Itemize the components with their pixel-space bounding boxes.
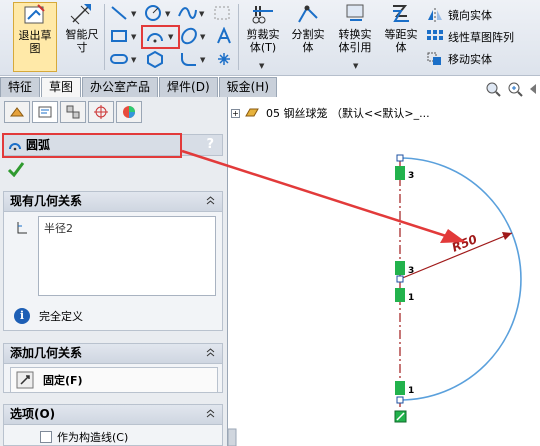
point-icon[interactable] (214, 50, 234, 68)
add-relations-title: 添加几何关系 (10, 346, 83, 360)
command-tabs: 特征 草图 办公室产品 焊件(D) 钣金(H) (0, 77, 310, 97)
definition-status: i 完全定义 (14, 308, 83, 324)
tab-features[interactable]: 特征 (0, 77, 41, 97)
part-icon (245, 108, 259, 117)
add-relations-header[interactable]: 添加几何关系 (4, 344, 222, 364)
dimxpert-tab[interactable] (88, 101, 114, 123)
exit-sketch-label: 退出草图 (18, 29, 52, 55)
help-icon[interactable]: ? (206, 135, 214, 155)
move-entities-button[interactable]: 移动实体 (426, 50, 492, 68)
sketch-grid-icon[interactable] (212, 4, 232, 22)
property-icon (38, 106, 52, 118)
fix-relation-button[interactable]: 固定(F) (10, 367, 218, 393)
circle-icon[interactable] (143, 4, 163, 22)
fillet-icon[interactable] (179, 50, 199, 68)
ellipse-icon[interactable] (179, 27, 199, 45)
property-manager-title: 圆弧 ? (3, 134, 223, 156)
construction-checkbox[interactable] (40, 431, 52, 443)
offset-label: 等距实体 (384, 28, 418, 54)
property-manager-panel: 圆弧 ? 现有几何关系 半径2 i 完全定义 添加几何关系 固定(F) 选项(O… (0, 97, 228, 446)
tab-weldments[interactable]: 焊件(D) (159, 77, 218, 97)
add-relations-group: 添加几何关系 固定(F) (3, 343, 223, 393)
crosshair-icon (94, 105, 108, 119)
move-label: 移动实体 (448, 53, 492, 66)
command-manager-toolbar: 退出草图 智能尺寸 ▼ ▼ ▼ ▼ ▼ ▼ ▼ ▼ 剪裁实体(T) ▼ 分割实体… (0, 0, 540, 76)
convert-entities-button[interactable]: 转换实体引用 (333, 2, 377, 54)
collapse-icon[interactable] (205, 347, 216, 358)
split-entities-button[interactable]: 分割实体 (288, 2, 328, 54)
manager-tabs (4, 101, 144, 123)
mirror-entities-button[interactable]: 镜向实体 (426, 6, 492, 24)
construction-label: 作为构造线(C) (57, 431, 129, 444)
zoom-area-icon[interactable] (507, 81, 523, 97)
smart-dimension-label: 智能尺寸 (65, 28, 99, 54)
relations-list[interactable]: 半径2 (38, 216, 216, 296)
tab-office-products[interactable]: 办公室产品 (82, 77, 159, 97)
linear-pattern-label: 线性草图阵列 (448, 31, 514, 44)
rectangle-icon[interactable] (109, 27, 129, 45)
mirror-label: 镜向实体 (448, 9, 492, 22)
collapse-icon[interactable] (205, 195, 216, 206)
collapse-icon[interactable] (205, 408, 216, 419)
configuration-icon (66, 105, 80, 119)
relation-item-radius[interactable]: 半径2 (44, 220, 73, 236)
display-manager-tab[interactable] (116, 101, 142, 123)
options-header[interactable]: 选项(O) (4, 405, 222, 425)
slot-icon[interactable] (109, 50, 129, 68)
part-name: 05 钢丝球笼 （默认<<默认>_... (266, 107, 430, 120)
property-manager-tab[interactable] (32, 101, 58, 123)
existing-relations-group: 现有几何关系 半径2 i 完全定义 (3, 191, 223, 331)
convert-entities-icon (346, 4, 364, 21)
appearance-icon (123, 106, 135, 118)
exit-sketch-button[interactable]: 退出草图 (13, 2, 57, 72)
previous-view-icon[interactable] (527, 81, 540, 97)
exit-sketch-icon (24, 4, 45, 24)
fix-label: 固定(F) (43, 374, 83, 387)
construction-geometry-option[interactable]: 作为构造线(C) (40, 429, 128, 445)
mirror-icon (428, 8, 442, 22)
expand-toggle[interactable]: + (231, 108, 240, 118)
existing-relations-title: 现有几何关系 (10, 194, 83, 208)
existing-relations-header[interactable]: 现有几何关系 (4, 192, 222, 212)
centerpoint-arc-icon[interactable] (145, 27, 165, 45)
zoom-to-fit-icon[interactable] (485, 81, 501, 97)
feature-manager-tab[interactable] (4, 101, 30, 123)
trim-entities-button[interactable]: 剪裁实体(T) (243, 2, 283, 54)
spline-icon[interactable] (177, 4, 197, 22)
feature-tree-icon (10, 107, 24, 117)
linear-pattern-icon (427, 30, 443, 40)
status-text: 完全定义 (39, 310, 83, 323)
offset-entities-button[interactable]: 等距实体 (381, 2, 421, 54)
trim-label: 剪裁实体(T) (246, 28, 280, 54)
options-title: 选项(O) (10, 407, 56, 421)
feature-tree-flyout[interactable]: + 05 钢丝球笼 （默认<<默认>_... (231, 105, 430, 121)
smart-dimension-icon (70, 4, 91, 25)
options-group: 选项(O) 作为构造线(C) (3, 404, 223, 446)
split-icon (298, 5, 318, 23)
split-label: 分割实体 (291, 28, 325, 54)
arc-icon (9, 143, 21, 151)
tab-sheet-metal[interactable]: 钣金(H) (218, 77, 278, 97)
configuration-manager-tab[interactable] (60, 101, 86, 123)
relation-icon (17, 222, 27, 234)
info-icon: i (14, 308, 30, 324)
linear-pattern-button[interactable]: 线性草图阵列 (426, 28, 514, 46)
text-icon[interactable] (214, 27, 234, 45)
trim-icon (252, 6, 273, 24)
graphics-area[interactable]: + 05 钢丝球笼 （默认<<默认>_... (229, 82, 540, 446)
fix-anchor-icon (16, 371, 34, 389)
convert-entities-label: 转换实体引用 (338, 28, 372, 54)
polygon-icon[interactable] (145, 50, 165, 68)
tab-sketch[interactable]: 草图 (41, 77, 82, 97)
smart-dimension-button[interactable]: 智能尺寸 (62, 2, 102, 54)
offset-icon (393, 5, 409, 22)
property-title-text: 圆弧 (26, 138, 51, 152)
ok-check-icon[interactable] (7, 161, 25, 177)
move-icon (427, 52, 441, 65)
line-icon[interactable] (109, 4, 129, 22)
